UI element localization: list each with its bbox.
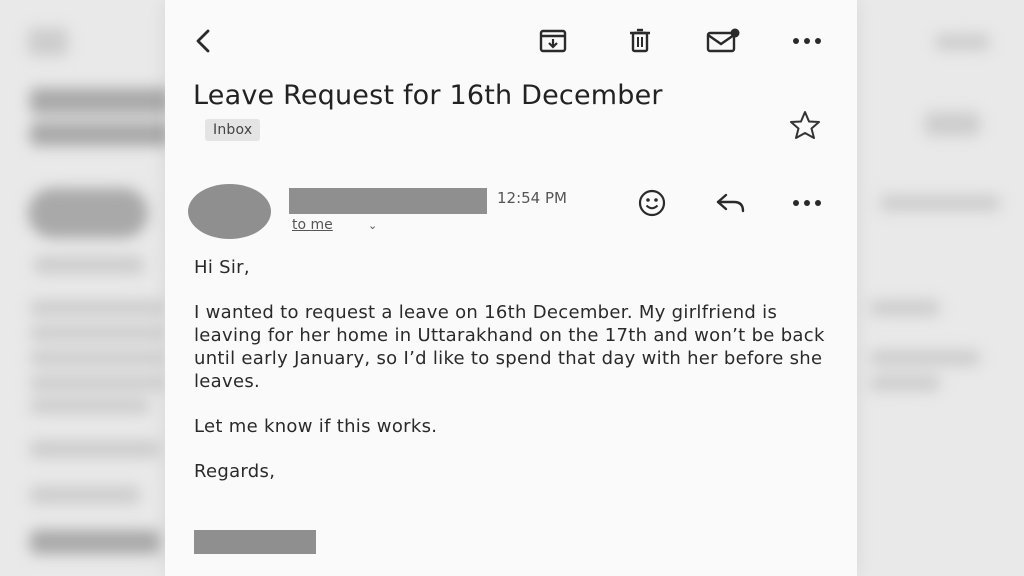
trash-icon (630, 28, 650, 53)
sender-avatar (188, 184, 271, 239)
more-button[interactable] (789, 26, 825, 56)
body-greeting: Hi Sir, (194, 257, 250, 278)
delete-button[interactable] (623, 26, 657, 56)
star-icon (790, 111, 820, 139)
body-signoff: Regards, (194, 461, 276, 482)
inbox-label-badge[interactable]: Inbox (205, 118, 261, 141)
mark-unread-button[interactable] (703, 26, 743, 56)
reply-icon (716, 193, 745, 213)
chevron-down-icon[interactable]: ⌄ (368, 219, 377, 232)
body-paragraph: I wanted to request a leave on 16th Dece… (194, 302, 825, 392)
body-paragraph: Let me know if this works. (194, 416, 438, 437)
mail-unread-icon (706, 28, 740, 53)
archive-icon (539, 29, 567, 53)
email-subject: Leave Request for 16th December Inbox (193, 78, 713, 150)
more-horizontal-icon (793, 200, 821, 206)
signature-redacted (194, 530, 316, 554)
email-time: 12:54 PM (497, 189, 567, 207)
star-button[interactable] (785, 108, 825, 142)
email-view: Leave Request for 16th December Inbox 12:… (165, 0, 857, 576)
back-button[interactable] (189, 26, 219, 56)
reply-button[interactable] (711, 188, 751, 218)
chevron-left-icon (196, 29, 210, 53)
more-horizontal-icon (793, 38, 821, 44)
subject-text: Leave Request for 16th December (193, 80, 663, 111)
sender-name-redacted (289, 188, 487, 214)
archive-button[interactable] (535, 26, 571, 56)
message-more-button[interactable] (789, 190, 825, 216)
react-button[interactable] (633, 186, 671, 220)
emoji-icon (638, 189, 666, 217)
email-body: Hi Sir, I wanted to request a leave on 1… (194, 256, 834, 505)
recipient-details-toggle[interactable]: to me (292, 217, 333, 233)
